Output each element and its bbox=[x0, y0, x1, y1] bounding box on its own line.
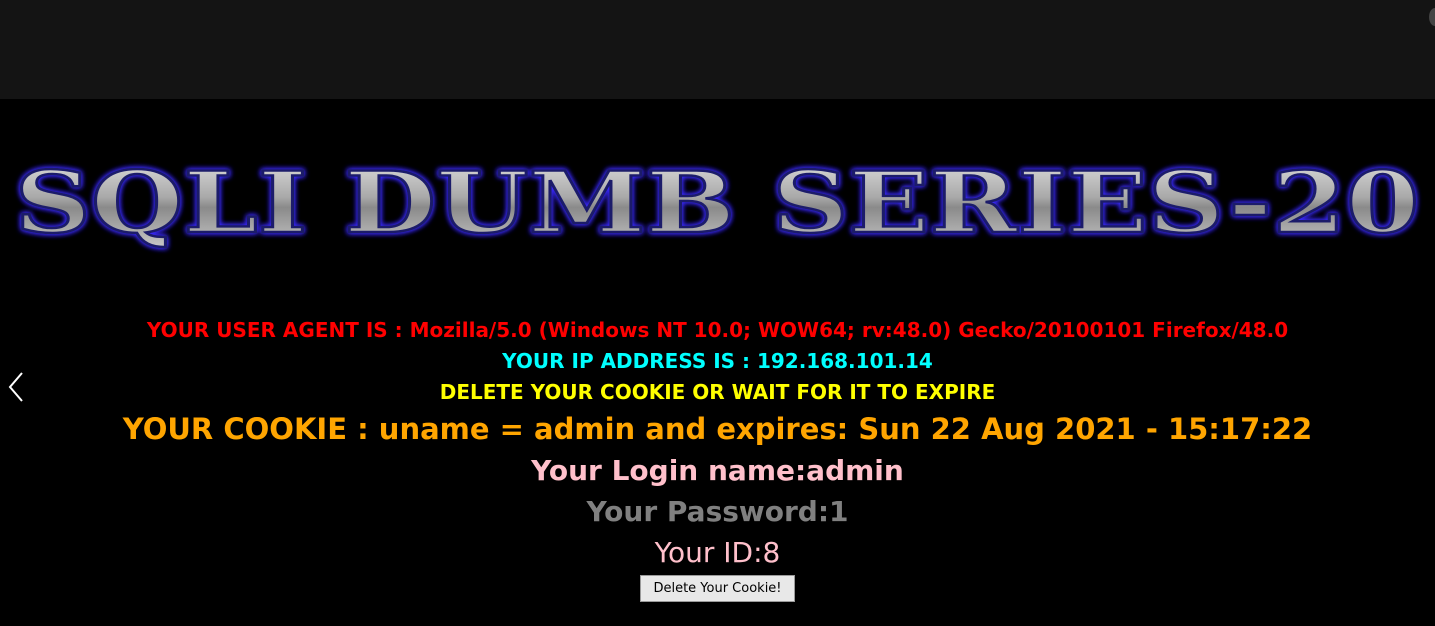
button-row: Delete Your Cookie! bbox=[0, 575, 1435, 602]
id-text: Your ID:8 bbox=[654, 536, 781, 569]
password-text: Your Password:1 bbox=[586, 495, 849, 528]
page-title: SQLI DUMB SERIES-20 bbox=[15, 153, 1420, 252]
title-banner: SQLI DUMB SERIES-20 bbox=[0, 139, 1435, 259]
ip-address-text: YOUR IP ADDRESS IS : 192.168.101.14 bbox=[502, 349, 933, 373]
cookie-text: YOUR COOKIE : uname = admin and expires:… bbox=[122, 412, 1313, 446]
delete-notice-text: DELETE YOUR COOKIE OR WAIT FOR IT TO EXP… bbox=[439, 380, 996, 404]
top-bar bbox=[0, 0, 1435, 99]
delete-cookie-button[interactable]: Delete Your Cookie! bbox=[640, 575, 795, 602]
scroll-indicator bbox=[1429, 8, 1435, 26]
login-name-text: Your Login name:admin bbox=[531, 454, 904, 487]
user-agent-text: YOUR USER AGENT IS : Mozilla/5.0 (Window… bbox=[146, 318, 1289, 342]
main-content: SQLI DUMB SERIES-20 YOUR USER AGENT IS :… bbox=[0, 99, 1435, 626]
title-graphic: SQLI DUMB SERIES-20 bbox=[13, 152, 1421, 254]
info-panel: YOUR USER AGENT IS : Mozilla/5.0 (Window… bbox=[0, 315, 1435, 602]
